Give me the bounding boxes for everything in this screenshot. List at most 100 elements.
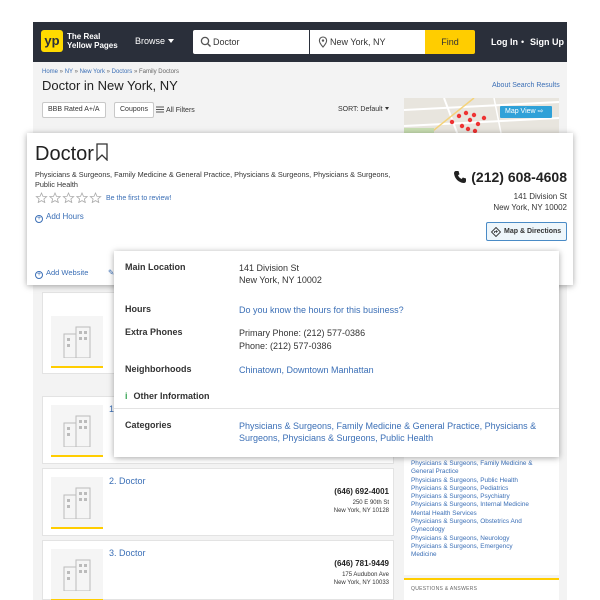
result-thumbnail [51,549,103,600]
sidebar-category-link[interactable]: Physicians & Surgeons, Obstetrics And [404,518,559,526]
sidebar-category-link[interactable]: Physicians & Surgeons, Neurology [404,535,559,543]
neighborhoods-label: Neighborhoods [125,364,192,374]
map-image [404,98,559,138]
hours-question-link[interactable]: Do you know the hours for this business? [239,304,404,316]
result-phone: (646) 692-4001 [334,487,389,496]
categories-links[interactable]: Physicians & Surgeons, Family Medicine &… [239,420,554,444]
map-directions-label: Map & Directions [504,228,562,235]
extra-phones-label: Extra Phones [125,327,183,337]
sort-dropdown[interactable]: SORT: Default [338,106,389,113]
add-hours-label: Add Hours [46,212,84,221]
business-address: 141 Division St New York, NY 10002 [493,192,567,212]
about-search-results-link[interactable]: About Search Results [492,82,560,89]
breadcrumb-separator: » [58,69,65,75]
categories-label: Categories [125,420,172,430]
page-title: Doctor in New York, NY [42,78,178,93]
bookmark-icon[interactable] [96,143,108,161]
first-review-link[interactable]: Be the first to review! [106,195,171,202]
sidebar-category-link[interactable]: Medicine [404,551,559,559]
results-map[interactable]: Map View ⇨ [404,98,559,138]
sidebar-category-link[interactable]: Physicians & Surgeons, Internal Medicine [404,501,559,509]
building-icon [63,326,91,358]
map-directions-button[interactable]: Map & Directions [486,222,567,241]
sidebar-category-link[interactable]: Physicians & Surgeons, Psychiatry [404,493,559,501]
browse-label: Browse [135,36,166,46]
breadcrumb-new-york[interactable]: New York [80,69,105,75]
filter-sliders-icon [156,106,164,113]
rating-stars-icon[interactable] [35,192,103,203]
neighborhoods-links[interactable]: Chinatown, Downtown Manhattan [239,364,374,376]
yp-logo[interactable]: yp [41,30,63,52]
map-view-button[interactable]: Map View ⇨ [500,106,552,118]
extra-phone: Phone: (212) 577-0386 [239,341,332,351]
find-button[interactable]: Find [425,30,475,54]
sidebar-category-link[interactable]: Mental Health Services [404,510,559,518]
sidebar-category-link[interactable]: Physicians & Surgeons, Pediatrics [404,485,559,493]
search-box[interactable] [193,30,309,54]
location-pin-icon [318,36,328,48]
all-filters-label: All Filters [166,107,195,114]
login-link[interactable]: Log In [491,37,518,47]
business-name[interactable]: Doctor [35,143,94,166]
result-address: 175 Audubon Ave New York, NY 10033 [333,572,389,586]
building-icon [63,487,91,519]
filter-bar: BBB Rated A+/A Coupons All Filters SORT:… [42,102,399,120]
result-card-3[interactable]: 3. Doctor (646) 781-9449 175 Audubon Ave… [42,540,394,600]
sidebar-category-link[interactable]: Physicians & Surgeons, Public Health [404,477,559,485]
filter-chip-bbb[interactable]: BBB Rated A+/A [42,102,106,118]
divider [114,408,559,409]
breadcrumb-separator: » [132,69,139,75]
sidebar-category-link[interactable]: Gynecology [404,526,559,534]
breadcrumb-home[interactable]: Home [42,69,58,75]
phone-icon [454,171,467,183]
sidebar-category-link[interactable]: Physicians & Surgeons, Family Medicine & [404,460,559,468]
sidebar-category-link[interactable]: General Practice [404,468,559,476]
breadcrumb: Home » NY » New York » Doctors » Family … [42,69,179,75]
search-input[interactable] [213,30,303,54]
breadcrumb-separator: » [104,69,112,75]
location-box[interactable] [310,30,425,54]
breadcrumb-ny[interactable]: NY [65,69,73,75]
map-view-label: Map View [505,108,536,115]
sidebar-categories: Physicians & Surgeons, Family Medicine &… [404,455,559,575]
add-hours-link[interactable]: + Add Hours [35,212,84,223]
signup-link[interactable]: Sign Up [530,37,564,47]
browse-menu[interactable]: Browse [135,36,175,46]
breadcrumb-family-doctors: Family Doctors [138,69,179,75]
info-icon: i [125,391,128,401]
arrow-right-icon: ⇨ [537,108,544,115]
main-location-value: 141 Division St New York, NY 10002 [239,263,322,285]
result-name[interactable]: 3. Doctor [109,548,146,558]
result-thumbnail [51,316,103,368]
all-filters-button[interactable]: All Filters [156,106,195,114]
building-icon [63,559,91,591]
business-phone[interactable]: (212) 608-4608 [471,169,567,185]
logo-text[interactable]: The Real Yellow Pages [67,32,129,50]
result-address: 250 E 90th St New York, NY 10128 [333,500,389,514]
nav-separator: • [521,37,525,47]
sidebar-category-link[interactable]: Physicians & Surgeons, Emergency [404,543,559,551]
building-icon [63,415,91,447]
add-website-link[interactable]: + Add Website [35,268,88,279]
result-card-2[interactable]: 2. Doctor (646) 692-4001 250 E 90th St N… [42,468,394,536]
business-phone-block: (212) 608-4608 [454,169,567,187]
main-location-label: Main Location [125,262,186,272]
plus-circle-icon: + [35,215,43,223]
plus-circle-icon: + [35,271,43,279]
chevron-down-icon [384,107,389,110]
result-thumbnail [51,405,103,457]
other-information-heading: i Other Information [125,391,210,401]
search-icon [200,36,211,47]
result-name[interactable]: 2. Doctor [109,476,146,486]
add-website-label: Add Website [46,268,89,277]
filter-chip-coupons[interactable]: Coupons [114,102,155,118]
hours-label: Hours [125,304,152,314]
result-phone: (646) 781-9449 [334,559,389,568]
breadcrumb-doctors[interactable]: Doctors [112,69,133,75]
business-info-popover: Main Location 141 Division St New York, … [114,251,559,457]
primary-phone: Primary Phone: (212) 577-0386 [239,328,366,338]
business-categories: Physicians & Surgeons, Family Medicine &… [35,170,391,189]
breadcrumb-separator: » [72,69,80,75]
location-input[interactable] [330,30,420,54]
questions-answers-label: QUESTIONS & ANSWERS [411,586,478,592]
